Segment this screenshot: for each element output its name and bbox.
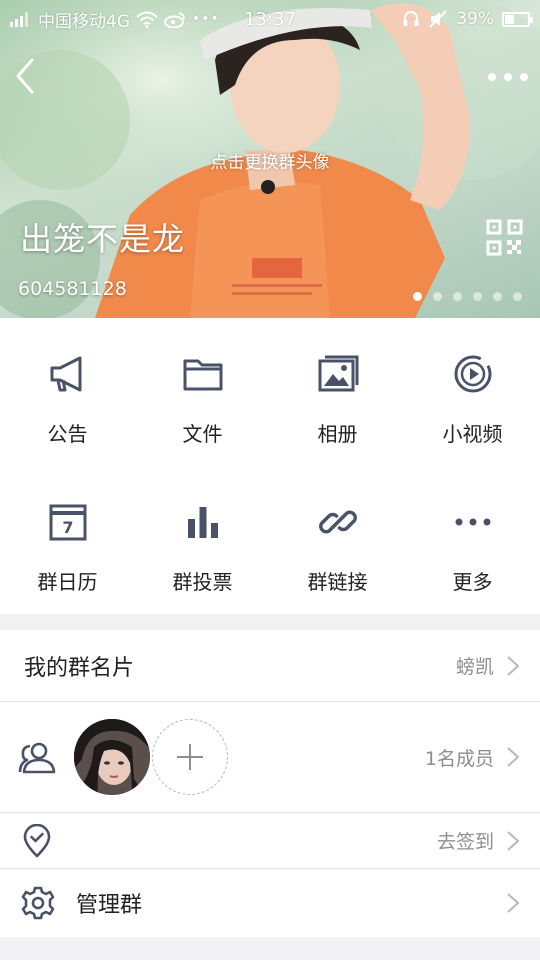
grid-label: 小视频 <box>442 422 503 446</box>
notification-dots-icon: ••• <box>192 11 220 27</box>
grid-item-link[interactable]: 群链接 <box>270 466 405 614</box>
dot-icon <box>520 73 528 81</box>
signal-icon <box>10 12 28 27</box>
link-icon <box>318 510 357 534</box>
page-indicator <box>413 292 522 301</box>
chevron-right-icon <box>507 830 520 851</box>
qr-code-button[interactable] <box>486 219 523 256</box>
chevron-right-icon <box>507 747 520 767</box>
my-group-card-title: 我的群名片 <box>24 655 135 681</box>
megaphone-icon <box>50 356 81 392</box>
page-dot <box>413 292 422 301</box>
grid-item-calendar[interactable]: 7 群日历 <box>0 466 135 614</box>
grid-label: 相册 <box>317 422 358 446</box>
gear-icon <box>21 886 55 920</box>
group-id: 604581128 <box>18 278 127 300</box>
grid-label: 公告 <box>47 422 88 446</box>
calendar-day: 7 <box>62 518 73 537</box>
grid-label: 群投票 <box>172 570 233 594</box>
checkin-label: 去签到 <box>436 831 494 853</box>
member-avatar-image <box>74 719 150 795</box>
grid-item-announcement[interactable]: 公告 <box>0 318 135 466</box>
feature-grid: 公告 文件 相册 小视频 7 群日历 群投票 群链接 更多 <box>0 318 540 614</box>
weibo-icon <box>164 11 185 28</box>
page-dot <box>473 292 482 301</box>
grid-item-album[interactable]: 相册 <box>270 318 405 466</box>
grid-label: 更多 <box>452 570 493 594</box>
vote-chart-icon <box>187 507 218 538</box>
more-options-button[interactable] <box>488 64 528 90</box>
more-dots-icon <box>455 518 490 526</box>
calendar-icon: 7 <box>49 504 86 541</box>
battery-icon <box>502 11 533 27</box>
plus-icon <box>177 744 203 770</box>
checkin-row[interactable]: 去签到 <box>0 813 540 868</box>
page-dot <box>453 292 462 301</box>
location-check-icon <box>23 823 51 857</box>
member-count: 1名成员 <box>424 747 494 770</box>
member-avatar[interactable] <box>74 719 150 795</box>
members-icon <box>18 742 56 774</box>
page-dot <box>433 292 442 301</box>
grid-label: 群日历 <box>37 570 98 594</box>
manage-group-row[interactable]: 管理群 <box>0 869 540 937</box>
battery-percent: 39% <box>456 9 494 29</box>
status-bar: 中国移动4G ••• 13:37 39% <box>0 0 540 38</box>
change-avatar-hint[interactable]: 点击更换群头像 <box>0 148 540 173</box>
add-member-button[interactable] <box>152 719 228 795</box>
mute-icon <box>429 10 447 28</box>
my-group-card-row[interactable]: 我的群名片 螃凯 <box>0 630 540 701</box>
manage-group-title: 管理群 <box>76 893 143 918</box>
headset-icon <box>403 11 419 26</box>
my-group-card-value: 螃凯 <box>455 656 494 678</box>
grid-item-more[interactable]: 更多 <box>405 466 540 614</box>
chevron-right-icon <box>507 655 520 676</box>
grid-item-files[interactable]: 文件 <box>135 318 270 466</box>
back-button[interactable] <box>10 56 42 96</box>
carrier-label: 中国移动4G <box>38 11 130 32</box>
page-dot <box>493 292 502 301</box>
album-icon <box>318 355 358 392</box>
group-name: 出笼不是龙 <box>20 220 186 258</box>
page-dot <box>513 292 522 301</box>
chevron-right-icon <box>507 893 520 913</box>
grid-item-short-video[interactable]: 小视频 <box>405 318 540 466</box>
members-row[interactable]: 1名成员 <box>0 702 540 812</box>
group-cover[interactable]: 中国移动4G ••• 13:37 39% 点击更换群头像 出笼不是龙 60458… <box>0 0 540 318</box>
video-icon <box>454 355 491 393</box>
dot-icon <box>504 73 512 81</box>
grid-item-vote[interactable]: 群投票 <box>135 466 270 614</box>
wifi-icon <box>136 11 158 28</box>
battery-level <box>505 14 514 24</box>
grid-label: 群链接 <box>307 570 368 594</box>
dot-icon <box>488 73 496 81</box>
grid-label: 文件 <box>182 422 223 446</box>
folder-icon <box>183 359 222 391</box>
